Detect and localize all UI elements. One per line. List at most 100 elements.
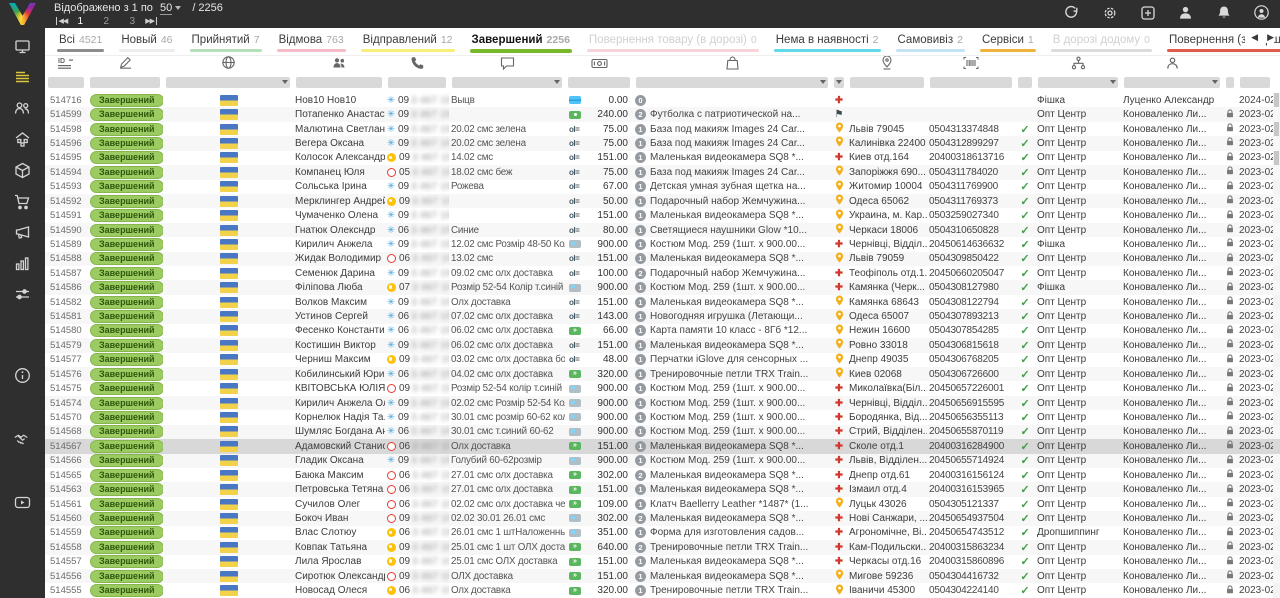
table-row[interactable]: 514561 Завершений Сучилов Олег 063 467 1…	[45, 497, 1280, 511]
table-row[interactable]: 514591 Завершений Чумаченко Олена ✳093 4…	[45, 208, 1280, 222]
table-row[interactable]: 514716 Завершений Нов10 Нов10 ✳093 467 1…	[45, 93, 1280, 107]
filter-payment[interactable]	[568, 77, 630, 88]
table-row[interactable]: 514599 Завершений Потапенко Анастас... ✳…	[45, 107, 1280, 121]
page-button-2[interactable]: 2	[93, 16, 119, 27]
filter-manager[interactable]	[1124, 77, 1220, 88]
column-header-delivery[interactable]	[831, 55, 847, 75]
table-row[interactable]: 514565 Завершений Баюка Максим 063 467 1…	[45, 468, 1280, 482]
table-row[interactable]: 514592 Завершений Мерклингер Андрей 093 …	[45, 194, 1280, 208]
refresh-icon[interactable]	[1063, 4, 1080, 21]
table-row[interactable]: 514587 Завершений Семенюк Дарина ✳093 46…	[45, 266, 1280, 280]
first-page-button[interactable]: ◀◀	[54, 17, 67, 25]
column-header-ttn[interactable]	[927, 55, 1015, 75]
table-row[interactable]: 514568 Завершений Шумляс Богдана Ан... ✳…	[45, 425, 1280, 439]
tab-Відправлений[interactable]: Відправлений 12	[361, 28, 455, 55]
filter-source[interactable]	[1038, 77, 1118, 88]
sidebar-item-dashboard[interactable]	[0, 36, 45, 62]
profile-icon[interactable]	[1177, 4, 1194, 21]
sidebar-item-partners[interactable]	[0, 430, 45, 456]
tab-Нема в наявності[interactable]: Нема в наявності 2	[774, 28, 881, 55]
sidebar-item-purchases[interactable]	[0, 191, 45, 217]
filter-customer[interactable]	[296, 77, 382, 88]
tabs-scroll-right-icon[interactable]: ▶	[1267, 32, 1274, 43]
sidebar-item-info[interactable]	[0, 365, 45, 391]
tab-Всі[interactable]: Всі 4521	[57, 28, 104, 55]
sidebar-item-analytics[interactable]	[0, 253, 45, 279]
table-row[interactable]: 514574 Завершений Кирилич Анжела Ол... ✳…	[45, 396, 1280, 410]
column-header-comment[interactable]	[449, 55, 565, 75]
column-header-source[interactable]	[1035, 55, 1121, 75]
table-row[interactable]: 514581 Завершений Устинов Сергей ✳063 46…	[45, 309, 1280, 323]
sidebar-item-video-guides[interactable]	[0, 492, 45, 518]
table-row[interactable]: 514596 Завершений Вегера Оксана ✳093 467…	[45, 136, 1280, 150]
filter-country[interactable]	[166, 77, 290, 88]
filter-lock[interactable]	[1226, 77, 1234, 88]
notifications-icon[interactable]	[1215, 4, 1232, 21]
table-row[interactable]: 514558 Завершений Ковпак Татьяна 093 467…	[45, 540, 1280, 554]
table-row[interactable]: 514570 Завершений Корнелюк Надія Та... ✳…	[45, 410, 1280, 424]
tab-Завершений[interactable]: Завершений 2256	[470, 28, 572, 55]
tab-Сервіси[interactable]: Сервіси 1	[980, 28, 1036, 55]
app-logo-icon[interactable]	[9, 3, 36, 25]
sidebar-item-products[interactable]	[0, 160, 45, 186]
settings-icon[interactable]	[1101, 4, 1118, 21]
column-header-country[interactable]	[163, 55, 293, 75]
column-header-payment[interactable]	[565, 55, 633, 75]
last-page-button[interactable]: ▶▶	[145, 17, 158, 25]
table-row[interactable]: 514598 Завершений Малютина Светлана ✳093…	[45, 122, 1280, 136]
table-row[interactable]: 514586 Завершений Філіпова Люба 073 467 …	[45, 280, 1280, 294]
table-row[interactable]: 514580 Завершений Фесенко Константин ✳06…	[45, 324, 1280, 338]
table-row[interactable]: 514559 Завершений Влас Слотюу 063 467 19…	[45, 526, 1280, 540]
table-row[interactable]: 514579 Завершений Костишин Виктор ✳093 4…	[45, 338, 1280, 352]
sidebar-item-company[interactable]	[0, 129, 45, 155]
table-row[interactable]: 514594 Завершений Компанец Юля 053 467 1…	[45, 165, 1280, 179]
table-row[interactable]: 514576 Завершений Кобилинський Юрий ✳063…	[45, 367, 1280, 381]
table-row[interactable]: 514595 Завершений Колосок Александр 093 …	[45, 151, 1280, 165]
column-header-phone[interactable]	[385, 55, 449, 75]
tabs-scroll-left-icon[interactable]: ◀	[1251, 32, 1258, 43]
column-header-lock[interactable]	[1223, 55, 1237, 75]
sidebar-item-orders[interactable]	[0, 67, 45, 93]
filter-comment[interactable]	[452, 77, 562, 88]
table-row[interactable]: 514556 Завершений Сиротюк Олександр 093 …	[45, 569, 1280, 583]
sidebar-item-automation[interactable]	[0, 284, 45, 310]
table-row[interactable]: 514567 Завершений Адамовский Станис... 0…	[45, 439, 1280, 453]
table-row[interactable]: 514555 Завершений Новосад Олеся 063 467 …	[45, 583, 1280, 597]
column-header-manager[interactable]	[1121, 55, 1223, 75]
tab-В дорозі додому[interactable]: В дорозі додому 0	[1051, 28, 1152, 55]
tab-Новый[interactable]: Новый 46	[119, 28, 174, 55]
page-button-3[interactable]: 3	[119, 16, 145, 27]
column-header-status[interactable]	[87, 55, 163, 75]
table-row[interactable]: 514590 Завершений Гнатюк Олексндр ✳063 4…	[45, 223, 1280, 237]
table-row[interactable]: 514588 Завершений Жидак Володимир 063 46…	[45, 252, 1280, 266]
filter-phone[interactable]	[388, 77, 446, 88]
sidebar-item-marketing[interactable]	[0, 222, 45, 248]
table-row[interactable]: 514563 Завершений Петровська Тетяна 063 …	[45, 482, 1280, 496]
table-row[interactable]: 514566 Завершений Гладик Оксана ✳093 467…	[45, 454, 1280, 468]
filter-date[interactable]	[1240, 77, 1270, 88]
table-row[interactable]: 514560 Завершений Бокоч Иван 093 467 198…	[45, 511, 1280, 525]
table-row[interactable]: 514593 Завершений Сольська Ірина ✳093 46…	[45, 180, 1280, 194]
column-header-customer[interactable]	[293, 55, 385, 75]
filter-products[interactable]	[636, 77, 828, 88]
filter-id[interactable]	[48, 77, 84, 88]
tab-Самовивіз[interactable]: Самовивіз 2	[896, 28, 965, 55]
filter-status[interactable]	[90, 77, 160, 88]
tab-Повернення товару (в дорозі)[interactable]: Повернення товару (в дорозі) 0	[587, 28, 759, 55]
column-header-check[interactable]	[1015, 55, 1035, 75]
column-header-products[interactable]	[633, 55, 831, 75]
sidebar-item-customers[interactable]	[0, 98, 45, 124]
page-button-1[interactable]: 1	[67, 16, 93, 27]
column-header-city[interactable]	[847, 55, 927, 75]
table-row[interactable]: 514575 Завершений КВІТОВСЬКА ЮЛІЯ 093 46…	[45, 381, 1280, 395]
filter-check[interactable]	[1018, 77, 1032, 88]
filter-delivery[interactable]	[834, 77, 844, 88]
add-new-icon[interactable]	[1139, 4, 1156, 21]
table-row[interactable]: 514557 Завершений Лила Ярослав 093 467 1…	[45, 555, 1280, 569]
tab-Прийнятий[interactable]: Прийнятий 7	[190, 28, 262, 55]
column-header-date[interactable]	[1237, 55, 1273, 75]
table-row[interactable]: 514589 Завершений Кирилич Анжела ✳093 46…	[45, 237, 1280, 251]
filter-ttn[interactable]	[930, 77, 1012, 88]
tab-Відмова[interactable]: Відмова 763	[277, 28, 346, 55]
support-icon[interactable]	[1253, 4, 1270, 21]
